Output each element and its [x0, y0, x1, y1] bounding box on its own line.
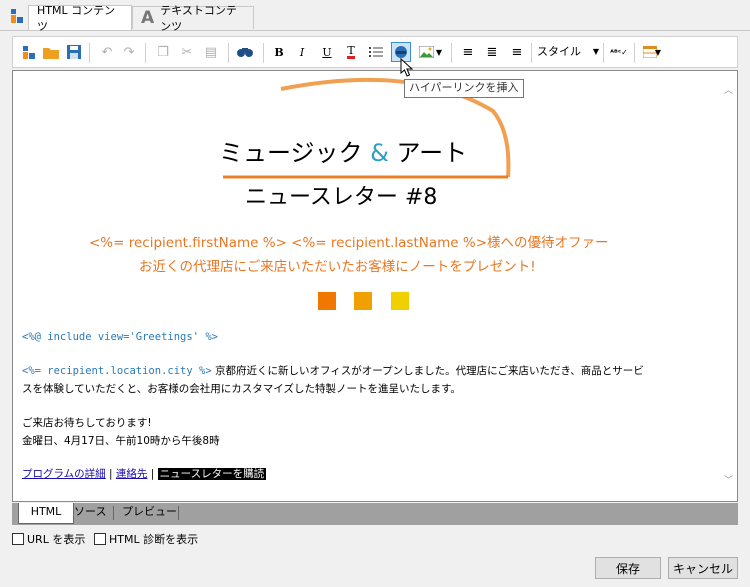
- view-mode-tabs: HTML ソース プレビュー: [12, 503, 738, 525]
- mouse-cursor-icon: [400, 58, 414, 77]
- new-document-icon[interactable]: [19, 42, 39, 62]
- subscribe-link-selected[interactable]: ニュースレターを購読: [157, 468, 267, 480]
- newsletter-title-line2: ニュースレター #8: [245, 185, 438, 210]
- offer-line-1: <%= recipient.firstName %> <%= recipient…: [89, 235, 609, 251]
- tab-html-view[interactable]: HTML: [18, 503, 74, 524]
- tab-html-content[interactable]: HTML コンテンツ: [28, 4, 132, 33]
- bold-icon[interactable]: B: [269, 42, 289, 62]
- redo-icon[interactable]: ↷: [119, 42, 139, 62]
- align-left-icon[interactable]: ≡: [458, 42, 478, 62]
- scroll-down-icon[interactable]: ﹀: [724, 473, 733, 486]
- undo-icon[interactable]: ↶: [97, 42, 117, 62]
- show-url-checkbox[interactable]: [12, 533, 24, 545]
- copy-icon[interactable]: ❐: [153, 42, 173, 62]
- show-url-option[interactable]: URL を表示: [12, 531, 85, 547]
- body-paragraph-text: 京都府近くに新しいオフィスがオープンしました。代理店にご来店いただき、商品とサー…: [215, 365, 644, 377]
- html-diagnostics-checkbox[interactable]: [94, 533, 106, 545]
- color-swatch-yellow: [391, 292, 409, 310]
- find-binoculars-icon[interactable]: [235, 42, 255, 62]
- color-swatch-amber: [354, 292, 372, 310]
- html-diagnostics-option[interactable]: HTML 診断を表示: [94, 531, 198, 547]
- align-center-icon[interactable]: ≣: [482, 42, 502, 62]
- color-swatch-orange: [318, 292, 336, 310]
- italic-icon[interactable]: I: [292, 42, 312, 62]
- underline-icon[interactable]: U: [317, 42, 337, 62]
- hyperlink-tooltip: ハイパーリンクを挿入: [404, 79, 524, 98]
- app-logo-icon: [10, 8, 24, 24]
- align-right-icon[interactable]: ≡: [507, 42, 527, 62]
- tab-text-content[interactable]: A テキストコンテンツ: [132, 4, 254, 33]
- scroll-up-icon[interactable]: ︿: [724, 83, 733, 96]
- html-diagnostics-label: HTML 診断を表示: [109, 533, 199, 546]
- vertical-scrollbar[interactable]: ︿ ﹀: [720, 71, 737, 501]
- footer-links: プログラムの詳細 | 連絡先 | ニュースレターを購読: [22, 468, 267, 480]
- bullet-list-icon[interactable]: [366, 42, 386, 62]
- welcome-text: ご来店お待ちしております!: [22, 417, 152, 429]
- program-details-link[interactable]: プログラムの詳細: [22, 468, 106, 480]
- body-paragraph-line1: <%= recipient.location.city %> 京都府近くに新しい…: [22, 363, 644, 378]
- spellcheck-icon[interactable]: ᴬᴮᶜ✓: [609, 42, 629, 62]
- style-dropdown[interactable]: スタイル ▼: [537, 43, 599, 61]
- hours-text: 金曜日、4月17日、午前10時から午後8時: [22, 435, 220, 447]
- city-code: <%= recipient.location.city %>: [22, 365, 212, 377]
- body-paragraph-line2: スを体験していただくと、お客様の会社用にカスタマイズした特製ノートを進呈いたしま…: [22, 383, 461, 395]
- insert-image-icon[interactable]: [416, 42, 436, 62]
- open-folder-icon[interactable]: [41, 42, 61, 62]
- html-editor-area[interactable]: ︿ ﹀ ミュージック & アート ニュースレター #8 <%= recipien…: [12, 70, 738, 502]
- paste-icon[interactable]: ▤: [201, 42, 221, 62]
- table-dropdown-icon[interactable]: ▼: [653, 42, 663, 62]
- contact-link[interactable]: 連絡先: [116, 468, 148, 480]
- text-color-icon[interactable]: T: [341, 42, 361, 62]
- text-a-icon: A: [141, 8, 155, 28]
- editor-toolbar: ↶ ↷ ❐ ✂ ▤ B I U T ▼ ≡ ≣ ≡ スタイル ▼ ᴬᴮᶜ✓ ▼: [12, 36, 738, 68]
- image-dropdown-icon[interactable]: ▼: [434, 42, 444, 62]
- include-code: <%@ include view='Greetings' %>: [22, 331, 218, 343]
- offer-line-2: お近くの代理店にご来店いただいたお客様にノートをプレゼント!: [139, 259, 536, 275]
- newsletter-title-line1: ミュージック & アート: [219, 139, 468, 167]
- show-url-label: URL を表示: [27, 533, 86, 546]
- cut-icon[interactable]: ✂: [177, 42, 197, 62]
- cancel-button[interactable]: キャンセル: [668, 557, 738, 579]
- style-dropdown-label: スタイル: [537, 45, 581, 58]
- tab-preview-view[interactable]: プレビュー: [116, 503, 183, 523]
- tab-source-view[interactable]: ソース: [68, 503, 112, 523]
- save-button[interactable]: 保存: [595, 557, 661, 579]
- chevron-down-icon: ▼: [592, 47, 599, 56]
- tab-html-label: HTML コンテンツ: [37, 4, 116, 33]
- save-disk-icon[interactable]: [64, 42, 84, 62]
- tab-text-label: テキストコンテンツ: [160, 4, 237, 33]
